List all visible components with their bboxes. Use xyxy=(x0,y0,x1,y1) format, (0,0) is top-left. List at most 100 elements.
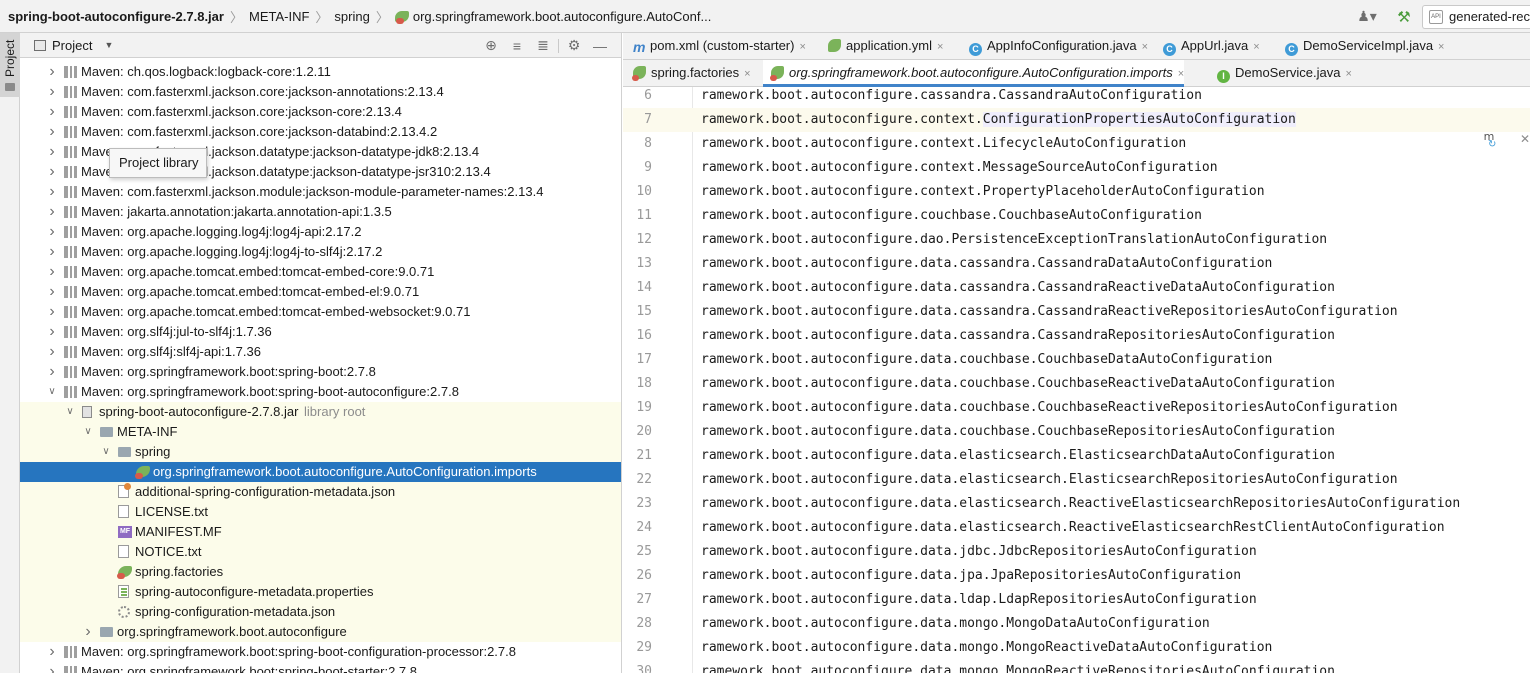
tree-item[interactable]: › Maven: org.apache.tomcat.embed:tomcat-e… xyxy=(20,302,621,322)
close-icon[interactable]: × xyxy=(1438,41,1444,53)
code-line[interactable]: 30 ramework.boot.autoconfigure.data.mongo… xyxy=(623,660,1530,673)
editor-tab[interactable]: I DemoService.java × xyxy=(1209,60,1352,87)
close-icon[interactable]: × xyxy=(1346,68,1352,80)
chevron-down-icon[interactable]: ∨ xyxy=(100,442,112,462)
chevron-right-icon[interactable]: › xyxy=(46,102,58,122)
tree-item[interactable]: ∨ spring xyxy=(20,442,621,462)
breadcrumb-spring[interactable]: spring xyxy=(334,9,369,24)
editor-tab[interactable]: org.springframework.boot.autoconfigure.A… xyxy=(763,60,1185,87)
tree-item[interactable]: › Maven: org.springframework.boot:spring-… xyxy=(20,662,621,673)
tree-item[interactable]: › Maven: com.fasterxml.jackson.core:jacks… xyxy=(20,102,621,122)
chevron-right-icon[interactable]: › xyxy=(82,622,94,642)
tree-item[interactable]: › Maven: org.apache.logging.log4j:log4j-t… xyxy=(20,242,621,262)
code-line[interactable]: 16 ramework.boot.autoconfigure.data.cassa… xyxy=(623,324,1530,348)
collapse-all-icon[interactable]: ≣ xyxy=(530,37,556,54)
close-icon[interactable]: × xyxy=(937,41,943,53)
tree-item[interactable]: › Maven: com.fasterxml.jackson.core:jacks… xyxy=(20,82,621,102)
chevron-down-icon[interactable]: ▼ xyxy=(104,40,113,50)
breadcrumb-file[interactable]: org.springframework.boot.autoconfigure.A… xyxy=(394,9,711,24)
locate-icon[interactable]: ⊕ xyxy=(478,37,504,54)
code-line[interactable]: 27 ramework.boot.autoconfigure.data.ldap.… xyxy=(623,588,1530,612)
hammer-icon[interactable]: ⚒ xyxy=(1392,6,1416,28)
chevron-down-icon[interactable]: ∨ xyxy=(82,422,94,442)
user-icon[interactable]: ♟▾ xyxy=(1350,6,1384,28)
editor-tab[interactable]: C DemoServiceImpl.java × xyxy=(1277,33,1444,60)
code-line[interactable]: 12 ramework.boot.autoconfigure.dao.Persis… xyxy=(623,228,1530,252)
code-line[interactable]: 24 ramework.boot.autoconfigure.data.elast… xyxy=(623,516,1530,540)
tree-item[interactable]: LICENSE.txt xyxy=(20,502,621,522)
run-configuration-selector[interactable]: API generated-rec xyxy=(1422,4,1530,29)
tree-item[interactable]: MF MANIFEST.MF xyxy=(20,522,621,542)
chevron-right-icon[interactable]: › xyxy=(46,122,58,142)
tree-item[interactable]: › Maven: org.springframework.boot:spring-… xyxy=(20,642,621,662)
code-line[interactable]: 20 ramework.boot.autoconfigure.data.couch… xyxy=(623,420,1530,444)
close-icon[interactable]: ✕ xyxy=(1520,132,1530,146)
tree-item[interactable]: ∨ spring-boot-autoconfigure-2.7.8.jar libr… xyxy=(20,402,621,422)
editor-tab[interactable]: spring.factories × xyxy=(625,60,751,87)
tree-item[interactable]: › Maven: org.slf4j:slf4j-api:1.7.36 xyxy=(20,342,621,362)
breadcrumb-jar[interactable]: spring-boot-autoconfigure-2.7.8.jar xyxy=(8,9,224,24)
tree-item[interactable]: › Maven: org.apache.logging.log4j:log4j-a… xyxy=(20,222,621,242)
chevron-down-icon[interactable]: ∨ xyxy=(46,382,58,402)
tree-item[interactable]: NOTICE.txt xyxy=(20,542,621,562)
code-line[interactable]: 19 ramework.boot.autoconfigure.data.couch… xyxy=(623,396,1530,420)
code-line[interactable]: 8 ramework.boot.autoconfigure.context.Lif… xyxy=(623,132,1530,156)
chevron-right-icon[interactable]: › xyxy=(46,322,58,342)
code-line[interactable]: 23 ramework.boot.autoconfigure.data.elast… xyxy=(623,492,1530,516)
chevron-right-icon[interactable]: › xyxy=(46,242,58,262)
code-line[interactable]: 22 ramework.boot.autoconfigure.data.elast… xyxy=(623,468,1530,492)
code-line[interactable]: 13 ramework.boot.autoconfigure.data.cassa… xyxy=(623,252,1530,276)
code-area[interactable]: 6 ramework.boot.autoconfigure.cassandra.C… xyxy=(623,87,1530,673)
chevron-right-icon[interactable]: › xyxy=(46,262,58,282)
editor-tab[interactable]: m pom.xml (custom-starter) × xyxy=(625,33,806,60)
code-line[interactable]: 17 ramework.boot.autoconfigure.data.couch… xyxy=(623,348,1530,372)
tree-item[interactable]: spring-autoconfigure-metadata.properties xyxy=(20,582,621,602)
tree-item[interactable]: › Maven: org.apache.tomcat.embed:tomcat-e… xyxy=(20,282,621,302)
code-line[interactable]: 10 ramework.boot.autoconfigure.context.Pr… xyxy=(623,180,1530,204)
code-line[interactable]: 14 ramework.boot.autoconfigure.data.cassa… xyxy=(623,276,1530,300)
hide-icon[interactable]: — xyxy=(587,38,613,54)
tree-item[interactable]: › org.springframework.boot.autoconfigure xyxy=(20,622,621,642)
code-line[interactable]: 18 ramework.boot.autoconfigure.data.couch… xyxy=(623,372,1530,396)
chevron-right-icon[interactable]: › xyxy=(46,362,58,382)
code-line[interactable]: 9 ramework.boot.autoconfigure.context.Mes… xyxy=(623,156,1530,180)
code-line[interactable]: 26 ramework.boot.autoconfigure.data.jpa.J… xyxy=(623,564,1530,588)
chevron-right-icon[interactable]: › xyxy=(46,642,58,662)
editor-tab[interactable]: C AppInfoConfiguration.java × xyxy=(961,33,1148,60)
tree-item[interactable]: additional-spring-configuration-metadata… xyxy=(20,482,621,502)
close-icon[interactable]: × xyxy=(1178,68,1184,80)
code-line[interactable]: 7 ramework.boot.autoconfigure.context.Con… xyxy=(623,108,1530,132)
tree-item[interactable]: › Maven: com.fasterxml.jackson.module:jac… xyxy=(20,182,621,202)
tree-item[interactable]: › Maven: jakarta.annotation:jakarta.annot… xyxy=(20,202,621,222)
expand-all-icon[interactable]: ≡ xyxy=(504,38,530,54)
code-line[interactable]: 6 ramework.boot.autoconfigure.cassandra.C… xyxy=(623,84,1530,108)
chevron-right-icon[interactable]: › xyxy=(46,662,58,673)
code-line[interactable]: 15 ramework.boot.autoconfigure.data.cassa… xyxy=(623,300,1530,324)
chevron-right-icon[interactable]: › xyxy=(46,222,58,242)
code-line[interactable]: 25 ramework.boot.autoconfigure.data.jdbc.… xyxy=(623,540,1530,564)
project-panel-title[interactable]: Project xyxy=(52,38,92,53)
tree-item[interactable]: spring.factories xyxy=(20,562,621,582)
maven-reload-icon[interactable]: m ↻ xyxy=(1478,130,1500,152)
tree-item[interactable]: › Maven: com.fasterxml.jackson.core:jacks… xyxy=(20,122,621,142)
gear-icon[interactable]: ⚙ xyxy=(561,37,587,54)
chevron-right-icon[interactable]: › xyxy=(46,142,58,162)
chevron-down-icon[interactable]: ∨ xyxy=(64,402,76,422)
chevron-right-icon[interactable]: › xyxy=(46,342,58,362)
editor-tab[interactable]: C AppUrl.java × xyxy=(1155,33,1260,60)
code-line[interactable]: 29 ramework.boot.autoconfigure.data.mongo… xyxy=(623,636,1530,660)
tree-item[interactable]: › Maven: ch.qos.logback:logback-core:1.2.… xyxy=(20,62,621,82)
chevron-right-icon[interactable]: › xyxy=(46,182,58,202)
tree-item[interactable]: › Maven: org.springframework.boot:spring-… xyxy=(20,362,621,382)
tree-item[interactable]: › Maven: org.apache.tomcat.embed:tomcat-e… xyxy=(20,262,621,282)
breadcrumb-meta-inf[interactable]: META-INF xyxy=(249,9,309,24)
close-icon[interactable]: × xyxy=(744,68,750,80)
chevron-right-icon[interactable]: › xyxy=(46,202,58,222)
code-line[interactable]: 28 ramework.boot.autoconfigure.data.mongo… xyxy=(623,612,1530,636)
tree-item[interactable]: org.springframework.boot.autoconfigure.A… xyxy=(20,462,621,482)
tree-item[interactable]: ∨ Maven: org.springframework.boot:spring-… xyxy=(20,382,621,402)
chevron-right-icon[interactable]: › xyxy=(46,62,58,82)
close-icon[interactable]: × xyxy=(799,41,805,53)
tree-item[interactable]: ∨ META-INF xyxy=(20,422,621,442)
editor-tab[interactable]: application.yml × xyxy=(820,33,943,60)
